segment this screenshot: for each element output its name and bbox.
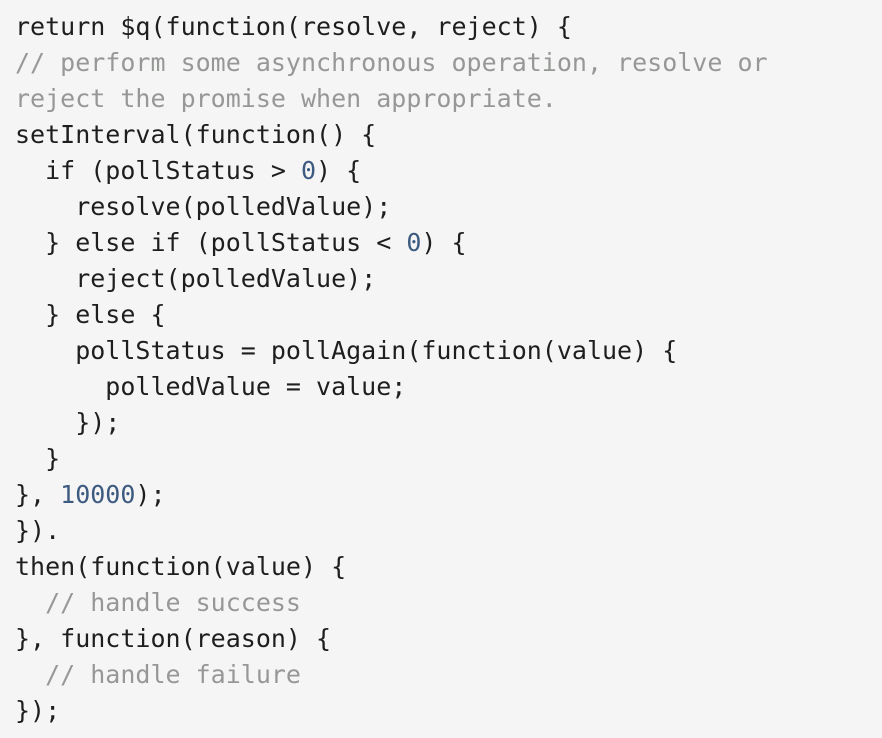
code-text: pollStatus = pollAgain(function(value) { (15, 336, 678, 365)
code-line: }, 10000); (15, 477, 882, 513)
code-comment: // handle success (15, 588, 301, 617)
code-number: 10000 (60, 480, 136, 509)
code-text: }, function(reason) { (15, 624, 332, 653)
code-line: // perform some asynchronous operation, … (15, 45, 882, 81)
code-line: // handle failure (15, 657, 882, 693)
code-text: reject(polledValue); (15, 264, 377, 293)
code-text: }); (15, 696, 61, 725)
code-comment: // handle failure (15, 660, 301, 689)
code-line: } (15, 441, 882, 477)
code-line: resolve(polledValue); (15, 189, 882, 225)
code-text: resolve(polledValue); (15, 192, 392, 221)
code-text: }, (15, 480, 61, 509)
code-line: }). (15, 513, 882, 549)
code-line: reject the promise when appropriate. (15, 81, 882, 117)
code-line: if (pollStatus > 0) { (15, 153, 882, 189)
code-line: // handle success (15, 585, 882, 621)
code-text: if (pollStatus > (15, 156, 301, 185)
code-text: ); (135, 480, 166, 509)
code-text: }); (15, 408, 121, 437)
code-line: polledValue = value; (15, 369, 882, 405)
code-text: ) { (316, 156, 362, 185)
code-text: ) { (421, 228, 467, 257)
code-line: reject(polledValue); (15, 261, 882, 297)
code-line: }); (15, 405, 882, 441)
code-text: polledValue = value; (15, 372, 407, 401)
code-text: then(function(value) { (15, 552, 347, 581)
code-text: }). (15, 516, 61, 545)
code-line: } else if (pollStatus < 0) { (15, 225, 882, 261)
code-line: }); (15, 693, 882, 729)
code-line: } else { (15, 297, 882, 333)
code-comment: reject the promise when appropriate. (15, 84, 557, 113)
code-text: } else if (pollStatus < (15, 228, 407, 257)
code-text: } (15, 444, 61, 473)
code-text: setInterval(function() { (15, 120, 377, 149)
code-text: return $q(function(resolve, reject) { (15, 12, 572, 41)
code-number: 0 (300, 156, 317, 185)
code-line: pollStatus = pollAgain(function(value) { (15, 333, 882, 369)
code-line: then(function(value) { (15, 549, 882, 585)
code-line: return $q(function(resolve, reject) { (15, 9, 882, 45)
code-number: 0 (406, 228, 422, 257)
code-block: return $q(function(resolve, reject) { // … (0, 0, 882, 738)
code-line: setInterval(function() { (15, 117, 882, 153)
code-line: }, function(reason) { (15, 621, 882, 657)
code-comment: // perform some asynchronous operation, … (15, 48, 768, 77)
code-text: } else { (15, 300, 166, 329)
